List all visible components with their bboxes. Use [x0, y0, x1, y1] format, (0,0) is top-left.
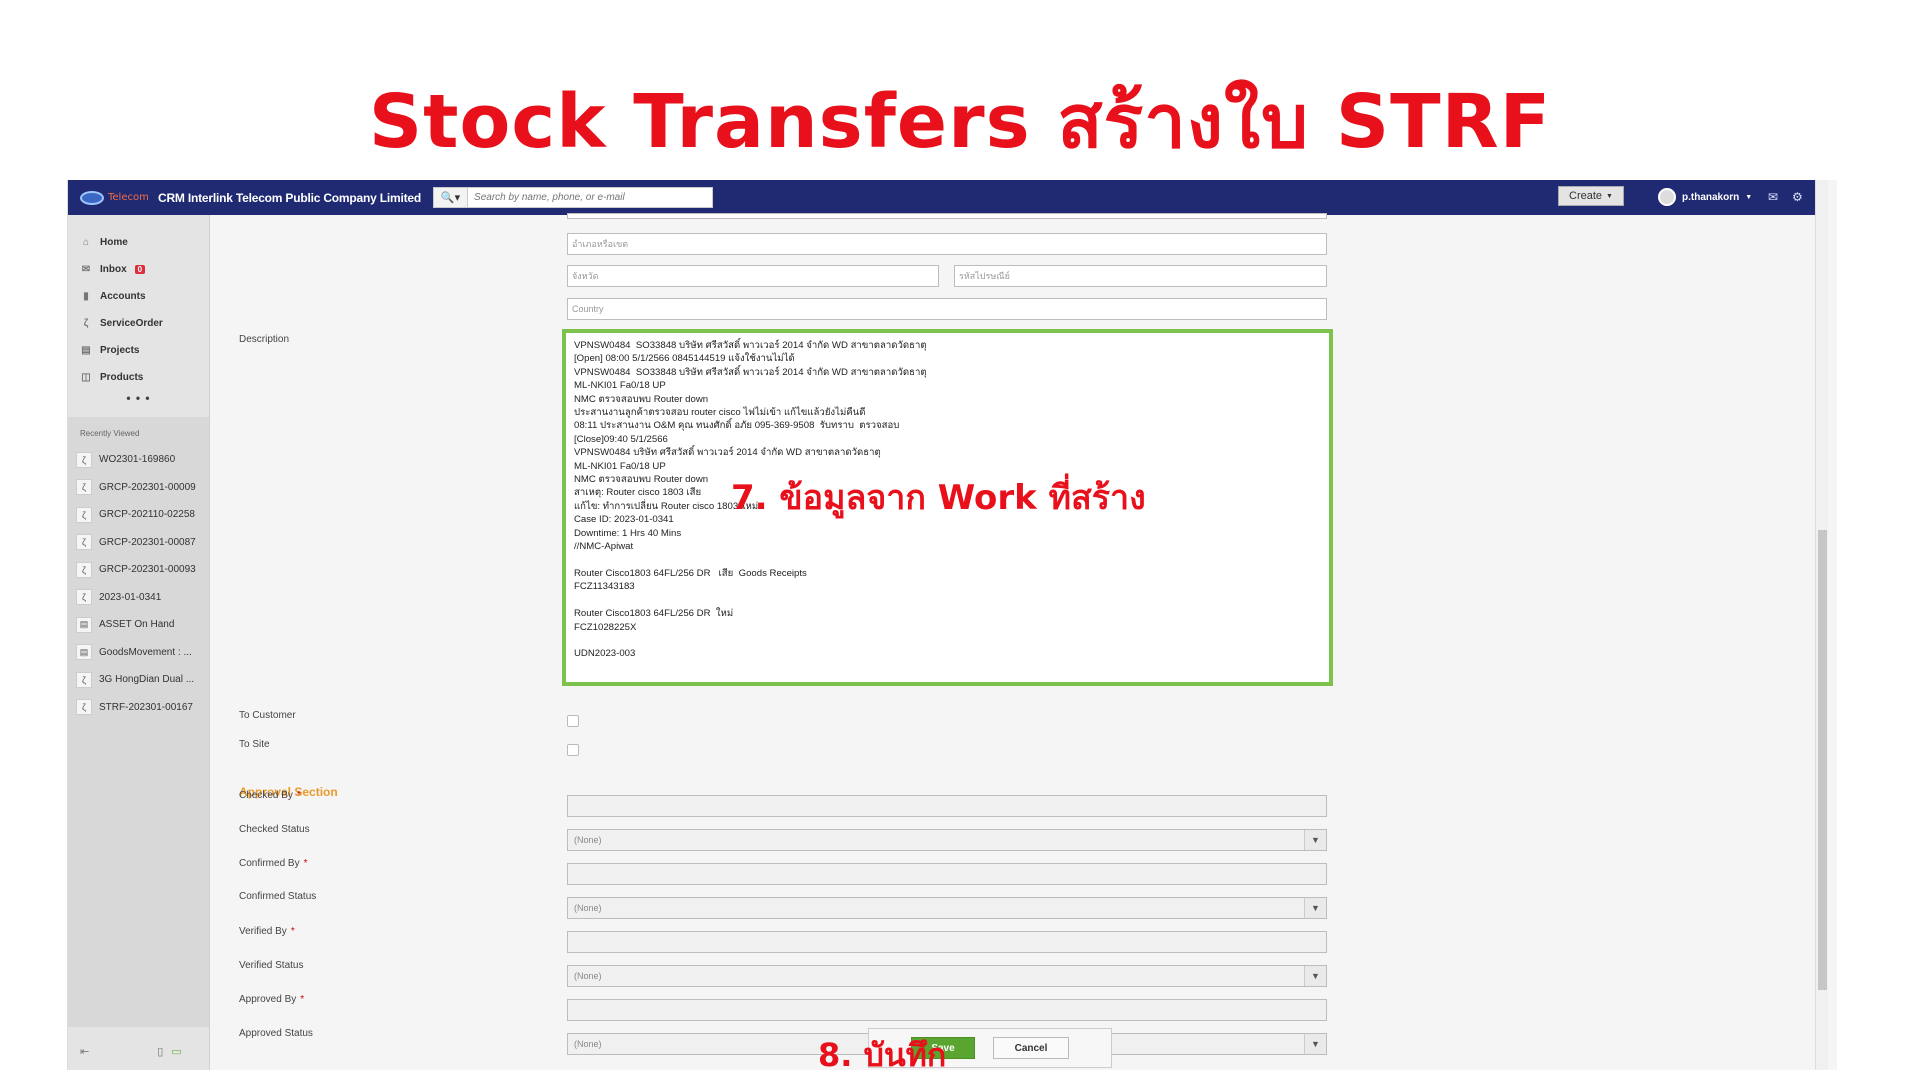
recent-item[interactable]: ζ GRCP-202301-00087 [68, 529, 209, 557]
recent-item[interactable]: ζ WO2301-169860 [68, 446, 209, 474]
caret-down-icon: ▼ [1745, 193, 1753, 201]
mobile-icon[interactable]: ▯ [157, 1045, 163, 1058]
recent-item[interactable]: ▤ ASSET On Hand [68, 611, 209, 639]
sidebar-item-inbox[interactable]: ✉ Inbox 0 [68, 256, 209, 283]
gear-icon[interactable]: ⚙ [1792, 190, 1806, 204]
confirmed-by-label: Confirmed By * [239, 858, 308, 869]
zeta-icon: ζ [76, 589, 92, 606]
recent-item[interactable]: ζ GRCP-202110-02258 [68, 501, 209, 529]
sidebar-item-projects[interactable]: ▤ Projects [68, 337, 209, 364]
confirmed-status-select[interactable]: (None) ▼ [567, 897, 1327, 919]
message-icon[interactable]: ✉ [1768, 190, 1782, 204]
search-icon[interactable]: 🔍▾ [434, 188, 469, 207]
checked-status-label: Checked Status [239, 824, 310, 835]
avatar [1658, 188, 1676, 206]
more-items-button[interactable]: • • • [68, 391, 209, 411]
checked-by-label: Checked By * [239, 790, 301, 801]
folder-icon: ▮ [83, 291, 89, 302]
globe-icon [80, 190, 104, 205]
recently-viewed-title: Recently Viewed [80, 429, 140, 438]
monitor-icon[interactable]: ▭ [171, 1045, 181, 1058]
recent-item[interactable]: ζ GRCP-202301-00093 [68, 556, 209, 584]
approved-by-field[interactable] [567, 999, 1327, 1021]
recently-viewed-panel: Recently Viewed ζ WO2301-169860 ζ GRCP-202… [68, 417, 209, 1027]
to-site-checkbox[interactable] [567, 744, 579, 756]
dropdown-arrow-icon: ▼ [1304, 830, 1326, 850]
recent-item[interactable]: ζ 3G HongDian Dual ... [68, 666, 209, 694]
postcode-field[interactable]: รหัสไปรษณีย์ [954, 265, 1327, 287]
box-icon: ◫ [81, 372, 91, 383]
verified-by-label: Verified By * [239, 926, 295, 937]
checked-by-field[interactable] [567, 795, 1327, 817]
username: p.thanakorn [1682, 191, 1740, 203]
recent-item[interactable]: ζ GRCP-202301-00009 [68, 474, 209, 502]
slide-title: Stock Transfers สร้างใบ STRF [368, 79, 1552, 165]
cancel-button[interactable]: Cancel [993, 1037, 1069, 1059]
to-customer-label: To Customer [239, 710, 296, 721]
address-line-field[interactable] [567, 213, 1327, 219]
global-search[interactable]: 🔍▾ [433, 187, 714, 208]
sidebar-item-serviceorder[interactable]: ζ ServiceOrder [68, 310, 209, 337]
dropdown-arrow-icon: ▼ [1304, 1034, 1326, 1054]
page-scrollbar[interactable] [1815, 180, 1828, 1070]
zeta-icon: ζ [76, 561, 92, 578]
search-input[interactable] [468, 192, 709, 203]
confirmed-by-field[interactable] [567, 863, 1327, 885]
company-name: CRM Interlink Telecom Public Company Lim… [158, 190, 422, 205]
bar-chart-icon: ▤ [76, 644, 92, 661]
bar-chart-icon: ▤ [76, 616, 92, 633]
verified-by-field[interactable] [567, 931, 1327, 953]
step8-annotation: 8. บันทึก [818, 1036, 947, 1074]
caret-down-icon: ▼ [1606, 192, 1613, 200]
sidebar-item-products[interactable]: ◫ Products [68, 364, 209, 391]
dropdown-arrow-icon: ▼ [1304, 966, 1326, 986]
envelope-icon: ✉ [81, 264, 91, 275]
checked-status-select[interactable]: (None) ▼ [567, 829, 1327, 851]
district-field[interactable]: อำเภอหรือเขต [567, 233, 1327, 255]
zeta-icon: ζ [76, 534, 92, 551]
approved-by-label: Approved By * [239, 994, 305, 1005]
company-logo[interactable]: Telecom [80, 186, 150, 210]
verified-status-select[interactable]: (None) ▼ [567, 965, 1327, 987]
sidebar-item-home[interactable]: ⌂ Home [68, 229, 209, 256]
zeta-icon: ζ [76, 451, 92, 468]
bar-chart-icon: ▤ [81, 345, 91, 356]
user-menu[interactable]: p.thanakorn ▼ [1658, 188, 1752, 206]
step7-annotation: 7. ข้อมูลจาก Work ที่สร้าง [731, 478, 1146, 518]
scrollbar-thumb[interactable] [1818, 530, 1827, 990]
sidebar-footer: ⇤ ▯ ▭ [80, 1045, 200, 1058]
province-field[interactable]: จังหวัด [567, 265, 939, 287]
record-edit-form: อำเภอหรือเขต จังหวัด รหัสไปรษณีย์ Countr… [211, 213, 1815, 1070]
create-button[interactable]: Create ▼ [1558, 186, 1624, 206]
to-customer-checkbox[interactable] [567, 715, 579, 727]
zeta-icon: ζ [76, 479, 92, 496]
description-label: Description [239, 334, 290, 345]
sidebar: ⌂ Home ✉ Inbox 0 ▮ Accounts ζ ServiceOrd… [68, 215, 210, 1070]
approved-status-label: Approved Status [239, 1028, 313, 1039]
country-field[interactable]: Country [567, 298, 1327, 320]
recent-item[interactable]: ζ 2023-01-0341 [68, 584, 209, 612]
to-site-label: To Site [239, 739, 270, 750]
sidebar-item-accounts[interactable]: ▮ Accounts [68, 283, 209, 310]
recent-item[interactable]: ▤ GoodsMovement : ... [68, 639, 209, 667]
zeta-icon: ζ [76, 671, 92, 688]
inbox-count-badge: 0 [134, 265, 146, 274]
crm-app-window: Telecom CRM Interlink Telecom Public Com… [67, 180, 1837, 1070]
zeta-icon: ζ [83, 318, 89, 329]
top-navbar: Telecom CRM Interlink Telecom Public Com… [68, 180, 1828, 215]
logout-icon[interactable]: ⇤ [80, 1045, 89, 1058]
home-icon: ⌂ [82, 237, 90, 248]
zeta-icon: ζ [76, 699, 92, 716]
zeta-icon: ζ [76, 506, 92, 523]
confirmed-status-label: Confirmed Status [239, 891, 317, 902]
verified-status-label: Verified Status [239, 960, 304, 971]
recent-item[interactable]: ζ STRF-202301-00167 [68, 694, 209, 722]
dropdown-arrow-icon: ▼ [1304, 898, 1326, 918]
